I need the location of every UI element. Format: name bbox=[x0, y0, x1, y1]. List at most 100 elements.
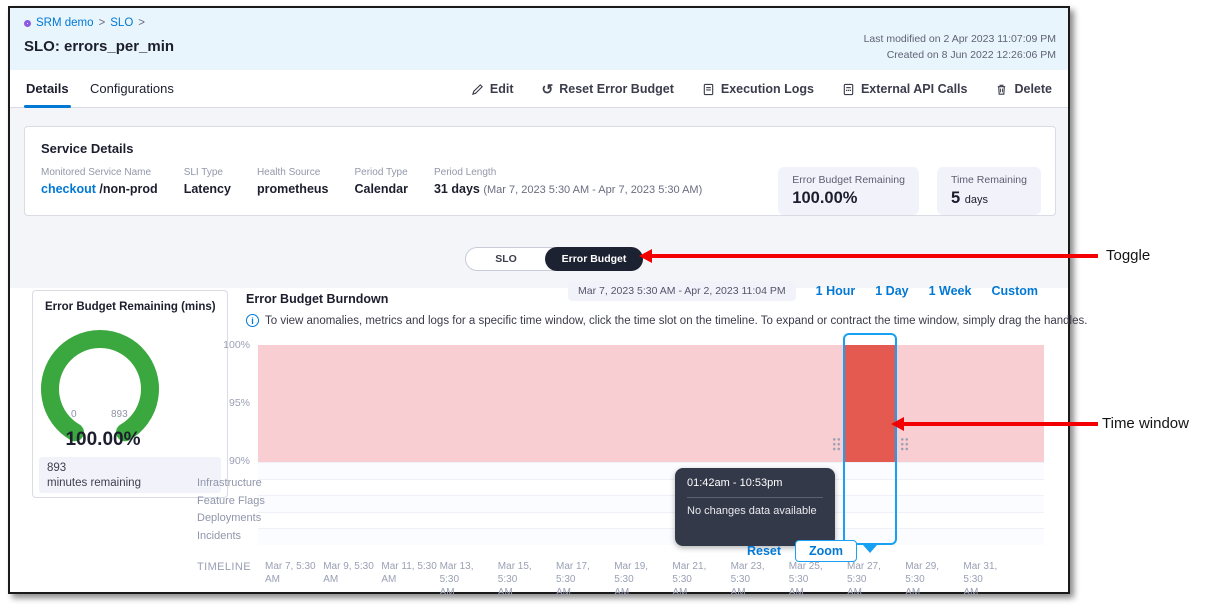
change-lane-stripe bbox=[258, 479, 1044, 496]
pencil-icon bbox=[471, 83, 484, 96]
timeline-tick: Mar 25, 5:30AM bbox=[789, 560, 845, 599]
gauge-max-label: 893 bbox=[111, 409, 128, 420]
range-option-1-week[interactable]: 1 Week bbox=[929, 284, 972, 298]
execution-logs-label: Execution Logs bbox=[721, 82, 814, 96]
reset-zoom-link[interactable]: Reset bbox=[747, 544, 781, 558]
changes-tooltip: 01:42am - 10:53pm No changes data availa… bbox=[675, 468, 835, 546]
y-axis-tick: 95% bbox=[200, 397, 250, 409]
time-window-annotation-label: Time window bbox=[1102, 415, 1189, 432]
delete-label: Delete bbox=[1014, 82, 1052, 96]
timeline-tick: Mar 15, 5:30AM bbox=[498, 560, 554, 599]
breadcrumb-separator: > bbox=[99, 17, 106, 29]
range-option-custom[interactable]: Custom bbox=[991, 284, 1038, 298]
burndown-title: Error Budget Burndown bbox=[246, 292, 388, 306]
last-modified-text: Last modified on 2 Apr 2023 11:07:09 PM bbox=[864, 31, 1056, 47]
tab-details[interactable]: Details bbox=[26, 70, 69, 108]
period-length-value: 31 days bbox=[434, 182, 480, 196]
service-details-fields: Monitored Service Name checkout /non-pro… bbox=[41, 167, 702, 196]
lane-label-feature-flags: Feature Flags bbox=[197, 495, 267, 507]
timeline-tick: Mar 29, 5:30AM bbox=[905, 560, 961, 599]
toggle-annotation-arrow bbox=[652, 254, 1098, 258]
period-length-range: (Mar 7, 2023 5:30 AM - Apr 7, 2023 5:30 … bbox=[483, 184, 702, 196]
header-meta: Last modified on 2 Apr 2023 11:07:09 PM … bbox=[864, 31, 1056, 64]
burndown-info: i To view anomalies, metrics and logs fo… bbox=[246, 314, 1087, 327]
tooltip-message: No changes data available bbox=[687, 505, 823, 517]
reset-error-budget-label: Reset Error Budget bbox=[559, 82, 674, 96]
range-options: 1 Hour 1 Day 1 Week Custom bbox=[816, 284, 1038, 298]
service-details-title: Service Details bbox=[41, 141, 134, 156]
field-period-type: Period Type Calendar bbox=[354, 167, 408, 196]
api-document-icon bbox=[842, 83, 855, 96]
field-label: Monitored Service Name bbox=[41, 167, 158, 178]
reset-error-budget-button[interactable]: ↺ Reset Error Budget bbox=[542, 82, 674, 96]
gauge-percent: 100.00% bbox=[33, 429, 173, 451]
toggle-option-slo[interactable]: SLO bbox=[466, 253, 546, 265]
selection-right-handle[interactable] bbox=[900, 437, 910, 451]
tooltip-time-range: 01:42am - 10:53pm bbox=[687, 477, 823, 489]
timeline-tick: Mar 31, 5:30AM bbox=[963, 560, 1019, 599]
page-title: SLO: errors_per_min bbox=[24, 38, 174, 55]
timeline-tick: Mar 13, 5:30AM bbox=[440, 560, 496, 599]
timeline-tick: Mar 11, 5:30AM bbox=[381, 560, 437, 586]
srm-app-icon bbox=[24, 20, 31, 27]
minutes-remaining-box: 893 minutes remaining bbox=[39, 457, 221, 493]
change-lane-stripe bbox=[258, 495, 1044, 512]
slo-error-budget-toggle[interactable]: SLO Error Budget bbox=[465, 247, 643, 271]
error-budget-remaining-stat: Error Budget Remaining 100.00% bbox=[778, 167, 919, 215]
document-icon bbox=[702, 83, 715, 96]
tab-configurations[interactable]: Configurations bbox=[90, 70, 174, 108]
info-icon: i bbox=[246, 314, 259, 327]
range-option-1-hour[interactable]: 1 Hour bbox=[816, 284, 856, 298]
timeline-axis-label: TIMELINE bbox=[197, 561, 251, 573]
field-label: SLI Type bbox=[184, 167, 231, 178]
gauge-min-label: 0 bbox=[71, 409, 77, 420]
trash-icon bbox=[995, 83, 1008, 96]
field-value: Latency bbox=[184, 182, 231, 196]
service-details-card: Service Details Monitored Service Name c… bbox=[24, 126, 1056, 216]
toggle-option-error-budget[interactable]: Error Budget bbox=[545, 247, 643, 271]
minutes-remaining-label: minutes remaining bbox=[47, 476, 213, 491]
timeline-tick: Mar 21, 5:30AM bbox=[672, 560, 728, 599]
field-sli-type: SLI Type Latency bbox=[184, 167, 231, 196]
action-toolbar: Edit ↺ Reset Error Budget Execution Logs… bbox=[471, 70, 1052, 108]
change-lane-stripe bbox=[258, 528, 1044, 545]
edit-button[interactable]: Edit bbox=[471, 82, 514, 96]
y-axis-tick: 100% bbox=[200, 339, 250, 351]
lane-label-incidents: Incidents bbox=[197, 530, 267, 542]
tab-details-label: Details bbox=[26, 81, 69, 96]
toggle-annotation-label: Toggle bbox=[1106, 247, 1150, 264]
date-range-chip: Mar 7, 2023 5:30 AM - Apr 2, 2023 11:04 … bbox=[568, 281, 796, 301]
toggle-annotation-arrowhead bbox=[639, 249, 652, 263]
field-health-source: Health Source prometheus bbox=[257, 167, 329, 196]
breadcrumb: SRM demo > SLO > bbox=[24, 17, 145, 29]
monitored-service-link[interactable]: checkout bbox=[41, 182, 96, 196]
field-label: Period Type bbox=[354, 167, 408, 178]
field-label: Period Length bbox=[434, 167, 702, 178]
edit-label: Edit bbox=[490, 82, 514, 96]
error-budget-area[interactable] bbox=[258, 345, 1044, 462]
delete-button[interactable]: Delete bbox=[995, 82, 1052, 96]
time-window-annotation-arrow bbox=[904, 422, 1098, 426]
execution-logs-button[interactable]: Execution Logs bbox=[702, 82, 814, 96]
field-monitored-service: Monitored Service Name checkout /non-pro… bbox=[41, 167, 158, 196]
lane-label-infrastructure: Infrastructure bbox=[197, 477, 267, 489]
breadcrumb-slo[interactable]: SLO bbox=[110, 17, 133, 29]
time-window-selection[interactable] bbox=[843, 333, 897, 545]
selection-left-handle[interactable] bbox=[832, 437, 842, 451]
error-budget-gauge-card: Error Budget Remaining (mins) 0 893 100.… bbox=[32, 290, 228, 498]
external-api-calls-button[interactable]: External API Calls bbox=[842, 82, 968, 96]
breadcrumb-srm-demo[interactable]: SRM demo bbox=[36, 17, 94, 29]
app-window: SRM demo > SLO > SLO: errors_per_min Las… bbox=[8, 6, 1070, 594]
zoom-button[interactable]: Zoom bbox=[795, 540, 857, 562]
field-period-length: Period Length 31 days (Mar 7, 2023 5:30 … bbox=[434, 167, 702, 196]
stat-value: 100.00% bbox=[792, 189, 905, 208]
stat-label: Time Remaining bbox=[951, 174, 1027, 186]
burndown-info-text: To view anomalies, metrics and logs for … bbox=[265, 315, 1087, 327]
created-text: Created on 8 Jun 2022 12:26:06 PM bbox=[864, 47, 1056, 63]
selected-time-slot[interactable] bbox=[845, 345, 895, 462]
stat-value: 5 bbox=[951, 189, 960, 207]
tab-bar: Details Configurations Edit ↺ Reset Erro… bbox=[10, 70, 1068, 108]
summary-stats: Error Budget Remaining 100.00% Time Rema… bbox=[778, 167, 1041, 215]
tooltip-divider bbox=[687, 497, 823, 498]
range-option-1-day[interactable]: 1 Day bbox=[875, 284, 908, 298]
